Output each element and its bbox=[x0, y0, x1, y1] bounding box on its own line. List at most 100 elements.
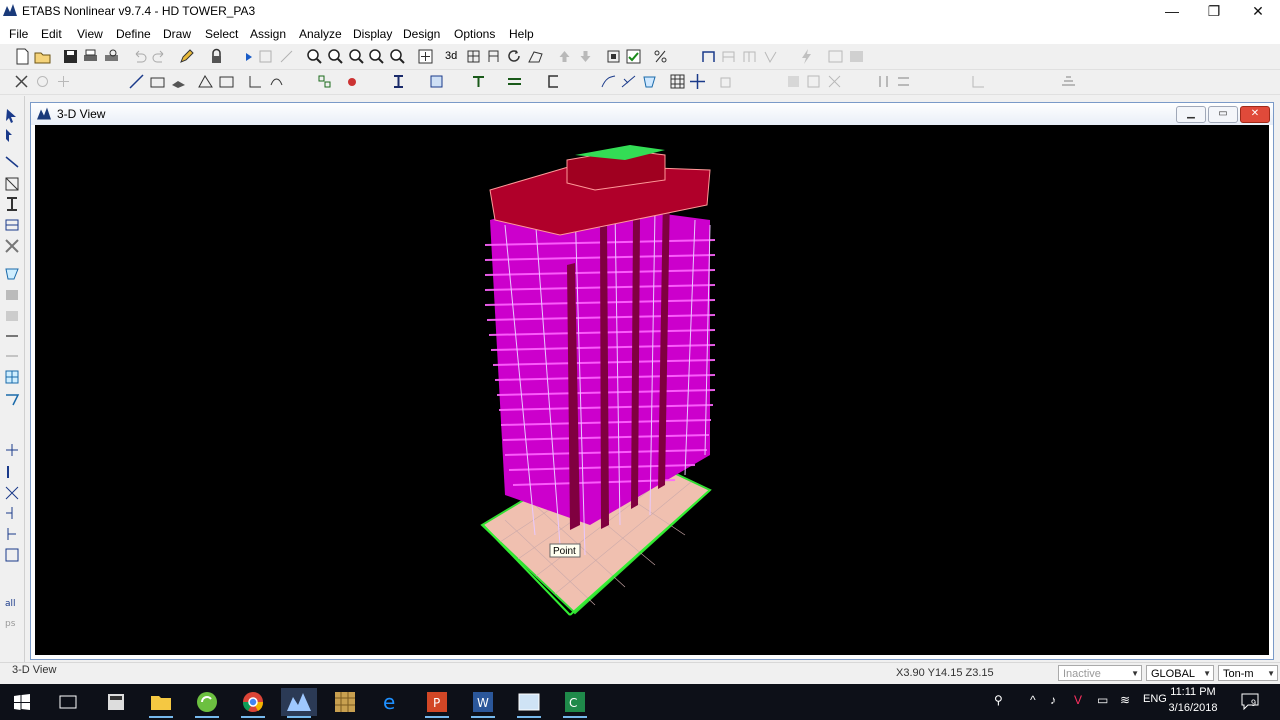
frame-3-icon[interactable] bbox=[741, 48, 758, 65]
frame-2-icon[interactable] bbox=[720, 48, 737, 65]
snap-icon[interactable] bbox=[34, 73, 51, 90]
stack-icon[interactable] bbox=[1060, 73, 1077, 90]
child-restore-button[interactable]: ▭ bbox=[1208, 106, 1238, 123]
draw-grid-area-icon[interactable] bbox=[4, 369, 20, 385]
draw-x-brace-icon[interactable] bbox=[4, 238, 20, 254]
snap-point-icon[interactable] bbox=[4, 442, 20, 458]
extrude-icon[interactable] bbox=[718, 73, 735, 90]
battery-icon[interactable]: ▭ bbox=[1097, 693, 1108, 707]
redo-icon[interactable] bbox=[151, 48, 168, 65]
draw-opening-icon[interactable] bbox=[4, 348, 20, 364]
menu-edit[interactable]: Edit bbox=[41, 27, 62, 41]
steel-design-icon[interactable] bbox=[827, 48, 844, 65]
file-explorer-icon[interactable] bbox=[143, 688, 179, 718]
member-forces-icon[interactable] bbox=[620, 73, 637, 90]
point-object-icon[interactable] bbox=[345, 73, 362, 90]
menu-design[interactable]: Design bbox=[403, 27, 440, 41]
menu-options[interactable]: Options bbox=[454, 27, 495, 41]
assign-link-icon[interactable] bbox=[268, 73, 285, 90]
snap-perpendicular-icon[interactable] bbox=[4, 505, 20, 521]
window-icon[interactable] bbox=[511, 688, 547, 718]
select-cross-icon[interactable] bbox=[13, 73, 30, 90]
i-section-icon[interactable] bbox=[390, 73, 407, 90]
draw-column-icon[interactable] bbox=[4, 196, 20, 212]
frame-icon[interactable] bbox=[700, 48, 717, 65]
menu-analyze[interactable]: Analyze bbox=[299, 27, 342, 41]
draw-beam-icon[interactable] bbox=[4, 217, 20, 233]
mesh-2-icon[interactable] bbox=[805, 73, 822, 90]
draw-area-poly-icon[interactable] bbox=[4, 266, 20, 282]
menu-select[interactable]: Select bbox=[205, 27, 238, 41]
zoom-previous-icon[interactable] bbox=[368, 48, 385, 65]
move-icon[interactable] bbox=[689, 73, 706, 90]
beams-icon[interactable] bbox=[895, 73, 912, 90]
replicate-icon[interactable] bbox=[316, 73, 333, 90]
lightning-icon[interactable] bbox=[798, 48, 815, 65]
undo-icon[interactable] bbox=[131, 48, 148, 65]
sync-icon[interactable] bbox=[189, 688, 225, 718]
deformed-shape-icon[interactable] bbox=[600, 73, 617, 90]
calculator-icon[interactable] bbox=[98, 688, 134, 716]
draw-rect-area-icon[interactable] bbox=[4, 287, 20, 303]
print-icon[interactable] bbox=[82, 48, 99, 65]
menu-file[interactable]: File bbox=[9, 27, 28, 41]
object-2-icon[interactable] bbox=[278, 48, 295, 65]
draw-click-area-icon[interactable] bbox=[4, 308, 20, 324]
zoom-out-icon[interactable] bbox=[348, 48, 365, 65]
assign-loads-icon[interactable] bbox=[218, 73, 235, 90]
snap-end-icon[interactable] bbox=[4, 464, 20, 480]
draw-wall-area-icon[interactable] bbox=[4, 328, 20, 344]
snap-2-icon[interactable] bbox=[55, 73, 72, 90]
draw-wall-stack-icon[interactable] bbox=[4, 392, 20, 408]
child-minimize-button[interactable]: ▁ bbox=[1176, 106, 1206, 123]
draw-brace-icon[interactable] bbox=[4, 176, 20, 192]
minimize-button[interactable]: — bbox=[1150, 0, 1194, 22]
assign-restraints-icon[interactable] bbox=[197, 73, 214, 90]
draw-wall-icon[interactable] bbox=[170, 73, 187, 90]
wifi-icon[interactable]: ≋ bbox=[1120, 693, 1130, 707]
mesh-icon[interactable] bbox=[785, 73, 802, 90]
print-preview-icon[interactable] bbox=[103, 48, 120, 65]
green-app-icon[interactable]: C bbox=[557, 688, 593, 718]
units-select[interactable]: Ton-m ▼ bbox=[1218, 665, 1278, 681]
diaphragm-icon[interactable] bbox=[506, 73, 523, 90]
menu-define[interactable]: Define bbox=[116, 27, 151, 41]
plan-view-icon[interactable] bbox=[465, 48, 482, 65]
coord-system-select[interactable]: GLOBAL ▼ bbox=[1146, 665, 1214, 681]
show-loads-icon[interactable] bbox=[641, 73, 658, 90]
object-shrink-icon[interactable] bbox=[605, 48, 622, 65]
mode-select[interactable]: Inactive ▼ bbox=[1058, 665, 1142, 681]
menu-display[interactable]: Display bbox=[353, 27, 392, 41]
snap-intersection-icon[interactable] bbox=[4, 485, 20, 501]
assign-section-icon[interactable] bbox=[247, 73, 264, 90]
rotate-view-icon[interactable] bbox=[506, 48, 523, 65]
mesh-3-icon[interactable] bbox=[826, 73, 843, 90]
chrome-icon[interactable] bbox=[235, 688, 271, 718]
draw-area-icon[interactable] bbox=[149, 73, 166, 90]
draw-line-icon[interactable] bbox=[4, 154, 20, 170]
close-button[interactable]: ✕ bbox=[1236, 0, 1280, 22]
design-icon[interactable] bbox=[762, 48, 779, 65]
clock-date[interactable]: 3/16/2018 bbox=[1158, 702, 1228, 714]
action-center-icon[interactable]: 9 bbox=[1240, 692, 1260, 711]
clock-time[interactable]: 11:11 PM bbox=[1158, 686, 1228, 698]
archicad-icon[interactable] bbox=[327, 688, 363, 716]
draw-frame-icon[interactable] bbox=[128, 73, 145, 90]
3d-view-icon[interactable]: 3d bbox=[445, 48, 462, 65]
maximize-button[interactable]: ❐ bbox=[1192, 0, 1236, 22]
columns-icon[interactable] bbox=[875, 73, 892, 90]
run-analysis-icon[interactable] bbox=[240, 48, 257, 65]
edit-pencil-icon[interactable] bbox=[178, 48, 195, 65]
menu-draw[interactable]: Draw bbox=[163, 27, 191, 41]
people-icon[interactable]: ⚲ bbox=[994, 693, 1003, 707]
edge-icon[interactable]: e bbox=[373, 688, 409, 716]
move-down-icon[interactable] bbox=[577, 48, 594, 65]
v-app-icon[interactable]: V bbox=[1074, 693, 1082, 707]
save-icon[interactable] bbox=[62, 48, 79, 65]
pier-label-icon[interactable] bbox=[545, 73, 562, 90]
move-up-icon[interactable] bbox=[556, 48, 573, 65]
menu-help[interactable]: Help bbox=[509, 27, 534, 41]
word-icon[interactable]: W bbox=[465, 688, 501, 718]
snap-line-icon[interactable] bbox=[4, 526, 20, 542]
area-section-icon[interactable] bbox=[428, 73, 445, 90]
